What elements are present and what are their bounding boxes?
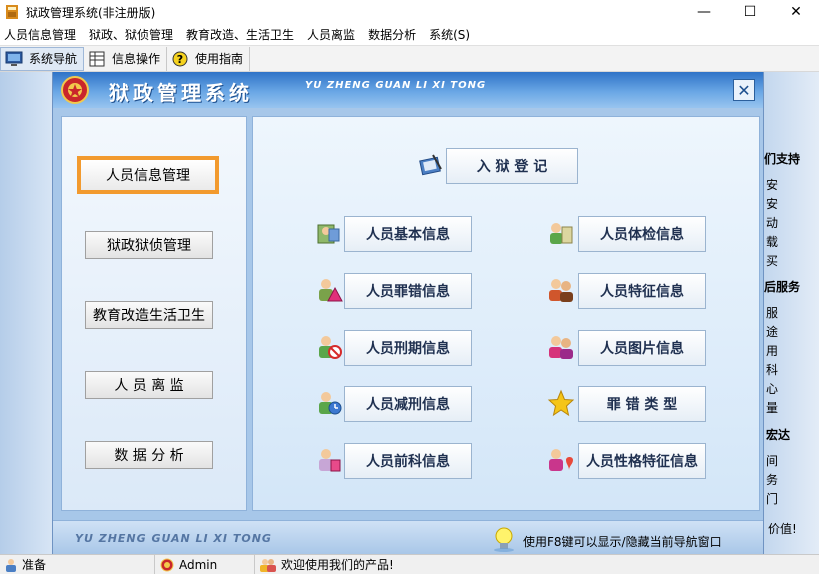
left-strip — [0, 72, 52, 554]
person-reduction-icon — [319, 392, 342, 415]
person-personality-icon — [549, 449, 573, 471]
navigation-dialog: 狱政管理系统 YU ZHENG GUAN LI XI TONG ✕ 人员信息管理… — [52, 72, 764, 554]
police-badge-icon — [160, 558, 174, 571]
right-text: 载 — [766, 235, 779, 249]
person-health-icon — [550, 223, 573, 244]
status-user-pane: Admin — [155, 554, 255, 574]
person-sentence-icon — [319, 336, 342, 359]
person-photo-icon — [549, 336, 573, 359]
grid-icon — [89, 51, 105, 66]
help-icon: ? — [172, 51, 188, 66]
right-text: 务 — [766, 473, 779, 487]
person-prior-record-button[interactable]: 人员前科信息 — [344, 443, 472, 479]
prison-register-button[interactable]: 入 狱 登 记 — [446, 148, 578, 184]
person-feature-icon — [549, 279, 573, 302]
menu-system[interactable]: 系统(S) — [425, 26, 479, 43]
dialog-close-button[interactable]: ✕ — [733, 79, 755, 101]
right-text: 用 — [766, 344, 779, 358]
status-ready-pane: 准备 — [0, 554, 155, 574]
right-text: 间 — [766, 454, 779, 468]
status-ready: 准备 — [22, 558, 47, 572]
status-bar: 准备 Admin 欢迎使用我们的产品! — [0, 554, 819, 574]
right-text: 宏达 — [766, 428, 791, 442]
right-text: 动 — [766, 216, 779, 230]
person-basic-info-button[interactable]: 人员基本信息 — [344, 216, 472, 252]
dialog-pinyin: YU ZHENG GUAN LI XI TONG — [305, 80, 487, 91]
info-op-button[interactable]: 信息操作 — [84, 46, 168, 71]
title-bar: 狱政管理系统(非注册版) — ☐ ✕ — [0, 0, 819, 24]
register-book-icon — [419, 154, 442, 176]
menu-prison-admin[interactable]: 狱政、狱侦管理 — [85, 26, 182, 43]
system-nav-button[interactable]: 系统导航 — [0, 46, 85, 71]
info-op-label: 信息操作 — [112, 52, 161, 66]
person-basic-icon — [317, 224, 340, 244]
close-icon: ✕ — [737, 80, 751, 100]
person-crime-info-button[interactable]: 人员罪错信息 — [344, 273, 472, 309]
right-text: 买 — [766, 254, 779, 268]
person-photo-info-button[interactable]: 人员图片信息 — [578, 330, 706, 366]
menu-bar: 人员信息管理 狱政、狱侦管理 教育改造、生活卫生 人员离监 数据分析 系统(S) — [0, 24, 819, 46]
right-text: 门 — [766, 492, 779, 506]
nav-person-info-button[interactable]: 人员信息管理 — [77, 156, 219, 194]
right-text: 价值! — [768, 522, 797, 536]
right-info-panel: 们支持 安 安 动 载 买 后服务 服 途 用 科 心 量 宏达 间 务 门 价… — [764, 72, 819, 554]
f8-hint-text: 使用F8键可以显示/隐藏当前导航窗口 — [523, 535, 722, 549]
right-text: 们支持 — [764, 152, 801, 166]
system-nav-label: 系统导航 — [29, 52, 78, 66]
menu-data-analysis[interactable]: 数据分析 — [364, 26, 425, 43]
person-crime-icon — [319, 279, 343, 302]
window-title: 狱政管理系统(非注册版) — [26, 5, 156, 20]
right-text: 安 — [766, 197, 779, 211]
nav-release-button[interactable]: 人 员 离 监 — [85, 371, 213, 399]
right-text: 量 — [766, 401, 779, 415]
status-welcome-pane: 欢迎使用我们的产品! — [255, 555, 555, 574]
nav-education-button[interactable]: 教育改造生活卫生 — [85, 301, 213, 329]
category-nav-panel: 人员信息管理 狱政狱侦管理 教育改造生活卫生 人 员 离 监 数 据 分 析 — [61, 116, 247, 511]
monitor-icon — [5, 51, 23, 66]
right-text: 后服务 — [764, 280, 801, 294]
dialog-header: 狱政管理系统 YU ZHENG GUAN LI XI TONG ✕ — [53, 72, 763, 108]
status-welcome: 欢迎使用我们的产品! — [281, 558, 394, 572]
menu-education[interactable]: 教育改造、生活卫生 — [182, 26, 303, 43]
svg-text:?: ? — [177, 53, 183, 66]
function-panel: 入 狱 登 记 人员基本信息 人员体检信息 人员罪错信息 人员特征信息 人员刑期… — [252, 116, 760, 511]
app-icon — [6, 5, 18, 19]
person-personality-info-button[interactable]: 人员性格特征信息 — [578, 443, 706, 479]
right-text: 途 — [766, 325, 779, 339]
dialog-title: 狱政管理系统 — [109, 81, 253, 105]
toolbar: 系统导航 信息操作 ? 使用指南 — [0, 46, 819, 72]
right-text: 服 — [766, 306, 779, 320]
minimize-button[interactable]: — — [681, 0, 727, 24]
person-icon — [6, 558, 16, 572]
crime-type-button[interactable]: 罪 错 类 型 — [578, 386, 706, 422]
lightbulb-icon — [494, 527, 514, 552]
user-guide-button[interactable]: ? 使用指南 — [167, 46, 251, 71]
user-guide-label: 使用指南 — [195, 52, 244, 66]
menu-person-info[interactable]: 人员信息管理 — [0, 26, 85, 43]
status-user: Admin — [179, 557, 218, 572]
person-prior-record-icon — [319, 449, 341, 472]
person-sentence-info-button[interactable]: 人员刑期信息 — [344, 330, 472, 366]
dialog-footer: YU ZHENG GUAN LI XI TONG 使用F8键可以显示/隐藏当前导… — [53, 520, 763, 554]
police-emblem-icon — [61, 76, 89, 104]
person-reduction-info-button[interactable]: 人员减刑信息 — [344, 386, 472, 422]
nav-prison-admin-button[interactable]: 狱政狱侦管理 — [85, 231, 213, 259]
users-icon — [260, 558, 276, 572]
right-text: 科 — [766, 363, 779, 377]
close-window-button[interactable]: ✕ — [773, 0, 819, 24]
menu-release[interactable]: 人员离监 — [303, 26, 364, 43]
person-feature-info-button[interactable]: 人员特征信息 — [578, 273, 706, 309]
star-icon — [547, 389, 575, 417]
right-text: 心 — [766, 382, 779, 396]
footer-pinyin: YU ZHENG GUAN LI XI TONG — [75, 532, 272, 545]
right-text: 安 — [766, 178, 779, 192]
maximize-button[interactable]: ☐ — [727, 0, 773, 24]
person-health-info-button[interactable]: 人员体检信息 — [578, 216, 706, 252]
nav-data-analysis-button[interactable]: 数 据 分 析 — [85, 441, 213, 469]
